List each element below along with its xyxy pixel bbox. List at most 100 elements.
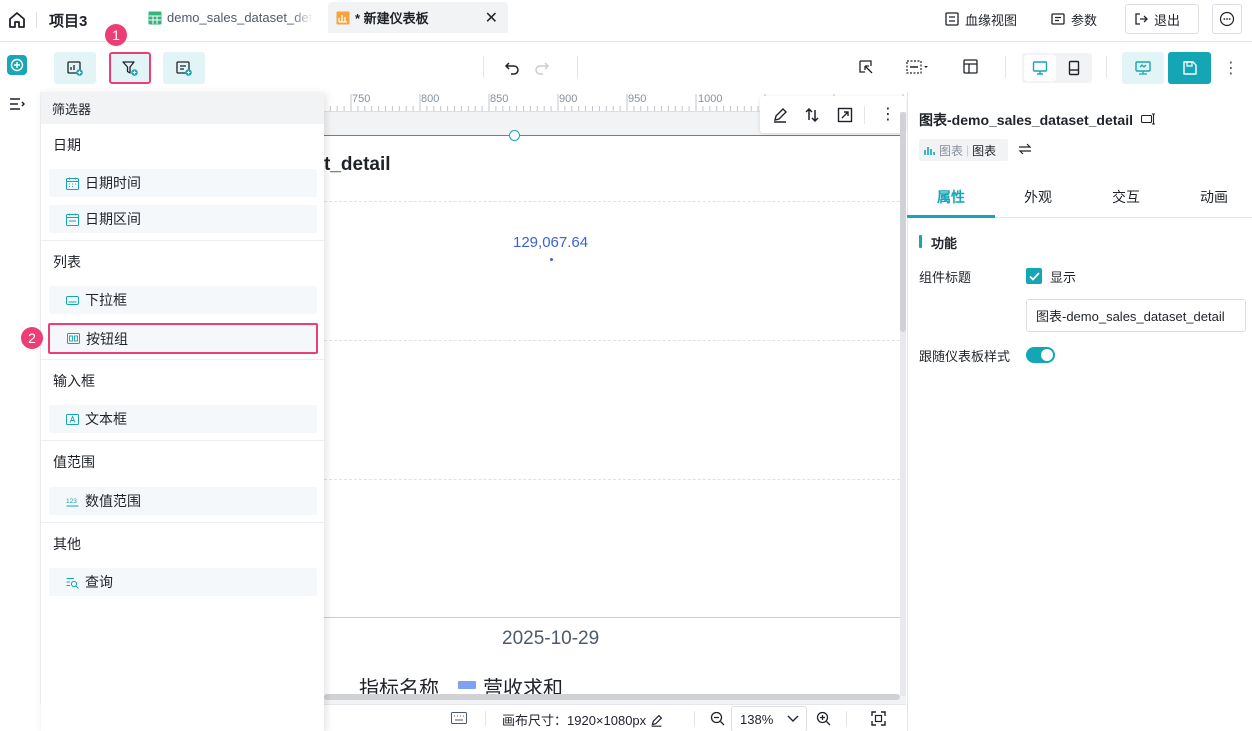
fit-screen-icon[interactable] (871, 711, 886, 726)
add-chart-button[interactable] (54, 52, 96, 84)
home-icon[interactable] (6, 9, 28, 31)
filter-item-label: 按钮组 (86, 330, 128, 347)
component-type-chip[interactable]: 图表 | 图表 (919, 139, 1008, 161)
tab-interaction[interactable]: 交互 (1112, 187, 1140, 207)
filter-item-label: 文本框 (85, 411, 127, 427)
add-component-toolbar-button[interactable] (163, 52, 205, 84)
filter-item-query[interactable]: 查询 (49, 568, 317, 596)
divider (483, 56, 484, 78)
filter-item-daterange[interactable]: 日期区间 (49, 205, 317, 233)
filter-group-value-range: 值范围 (53, 454, 95, 470)
textbox-icon (66, 413, 79, 425)
filter-group-other: 其他 (53, 536, 81, 552)
fullscreen-icon[interactable] (837, 107, 853, 123)
mobile-icon (1068, 60, 1080, 76)
show-title-checkbox[interactable] (1026, 268, 1042, 284)
data-point[interactable] (550, 258, 553, 261)
add-filter-button[interactable] (109, 52, 151, 84)
svg-text:123: 123 (66, 498, 77, 505)
tab-animation[interactable]: 动画 (1200, 187, 1228, 207)
bar-chart-icon (924, 147, 935, 155)
toggle-knob[interactable] (1041, 349, 1053, 361)
select-icon[interactable] (857, 58, 875, 76)
section-title: 功能 (931, 236, 958, 251)
project-title[interactable]: 项目3 (49, 10, 87, 31)
show-title-label[interactable]: 显示 (1050, 267, 1076, 286)
filter-item-textbox[interactable]: 文本框 (49, 405, 317, 433)
data-label: 129,067.64 (513, 234, 589, 251)
layout-icon[interactable] (962, 58, 980, 76)
divider (41, 359, 324, 360)
divider (1106, 56, 1107, 78)
align-dropdown-icon[interactable] (905, 58, 929, 76)
ellipsis-circle-icon (1219, 11, 1235, 27)
exit-icon (1135, 13, 1148, 25)
tab-label: demo_sales_dataset_detail (167, 10, 313, 25)
save-button[interactable] (1168, 52, 1211, 84)
rename-icon[interactable] (1141, 113, 1156, 125)
canvas-size-label[interactable]: 画布尺寸：1920×1080px (502, 710, 663, 729)
plus-circle-icon (10, 58, 24, 72)
add-chart-icon (67, 61, 83, 76)
divider (41, 240, 324, 241)
divider (36, 12, 37, 28)
tab-appearance[interactable]: 外观 (1024, 187, 1052, 207)
tab-dataset[interactable]: demo_sales_dataset_detail (140, 2, 322, 33)
filter-item-button-group[interactable]: 按钮组 (48, 323, 318, 354)
ruler-label: 750 (352, 93, 371, 105)
chevron-down-icon (787, 715, 799, 722)
chart-component[interactable] (324, 135, 900, 697)
add-text-icon (176, 61, 192, 76)
ruler-label: 800 (421, 93, 440, 105)
tab-new-dashboard[interactable]: * 新建仪表板 ✕ (328, 2, 508, 33)
number-range-icon: 123 (66, 498, 79, 506)
filter-item-label: 下拉框 (85, 292, 127, 308)
switch-type-icon[interactable] (1018, 142, 1032, 156)
lineage-view-button[interactable]: 血缘视图 (937, 4, 1025, 34)
params-icon (1051, 13, 1065, 25)
params-button[interactable]: 参数 (1043, 4, 1105, 34)
add-component-button[interactable] (7, 55, 27, 75)
filter-item-number-range[interactable]: 123 数值范围 (49, 487, 317, 515)
filter-group-date: 日期 (53, 137, 81, 153)
toolbar-more-icon[interactable]: ⋮ (1222, 57, 1240, 79)
scrollbar-thumb[interactable] (900, 112, 906, 332)
keyboard-icon[interactable] (451, 712, 467, 724)
title-input[interactable] (1026, 299, 1246, 332)
dropdown-icon (66, 295, 79, 305)
component-name: 图表-demo_sales_dataset_detail (919, 112, 1133, 128)
undo-icon[interactable] (503, 58, 521, 76)
filter-item-dropdown[interactable]: 下拉框 (49, 286, 317, 314)
divider (485, 711, 486, 726)
zoom-in-icon[interactable] (816, 711, 831, 726)
legend-swatch (458, 681, 476, 689)
tab-properties[interactable]: 属性 (937, 187, 965, 207)
component-more-icon[interactable]: ⋮ (880, 104, 896, 124)
calendar-range-icon (66, 213, 79, 226)
horizontal-scrollbar[interactable] (324, 694, 900, 700)
edit-icon[interactable] (650, 714, 663, 727)
lineage-icon (945, 12, 959, 26)
filter-item-datetime[interactable]: 日期时间 (49, 169, 317, 197)
edit-icon[interactable] (772, 107, 788, 123)
filter-item-label: 数值范围 (85, 493, 141, 509)
redo-icon[interactable] (533, 58, 551, 76)
chip-divider: | (966, 143, 970, 157)
close-icon[interactable]: ✕ (485, 8, 498, 28)
table-icon (148, 11, 162, 24)
more-options-button[interactable] (1212, 4, 1242, 34)
preview-button[interactable] (1122, 52, 1164, 84)
mobile-view-button[interactable] (1058, 55, 1090, 81)
calendar-icon (66, 177, 79, 190)
exit-button[interactable]: 退出 (1125, 4, 1199, 34)
x-axis-tick-label: 2025-10-29 (502, 628, 600, 649)
zoom-out-icon[interactable] (710, 711, 725, 726)
sort-icon[interactable] (804, 107, 820, 123)
resize-handle[interactable] (509, 130, 520, 141)
divider (41, 440, 324, 441)
zoom-select[interactable]: 138% (731, 706, 807, 731)
desktop-view-button[interactable] (1024, 55, 1056, 81)
gridline (324, 340, 900, 341)
outline-list-icon[interactable] (9, 97, 25, 111)
add-filter-icon (122, 61, 138, 76)
